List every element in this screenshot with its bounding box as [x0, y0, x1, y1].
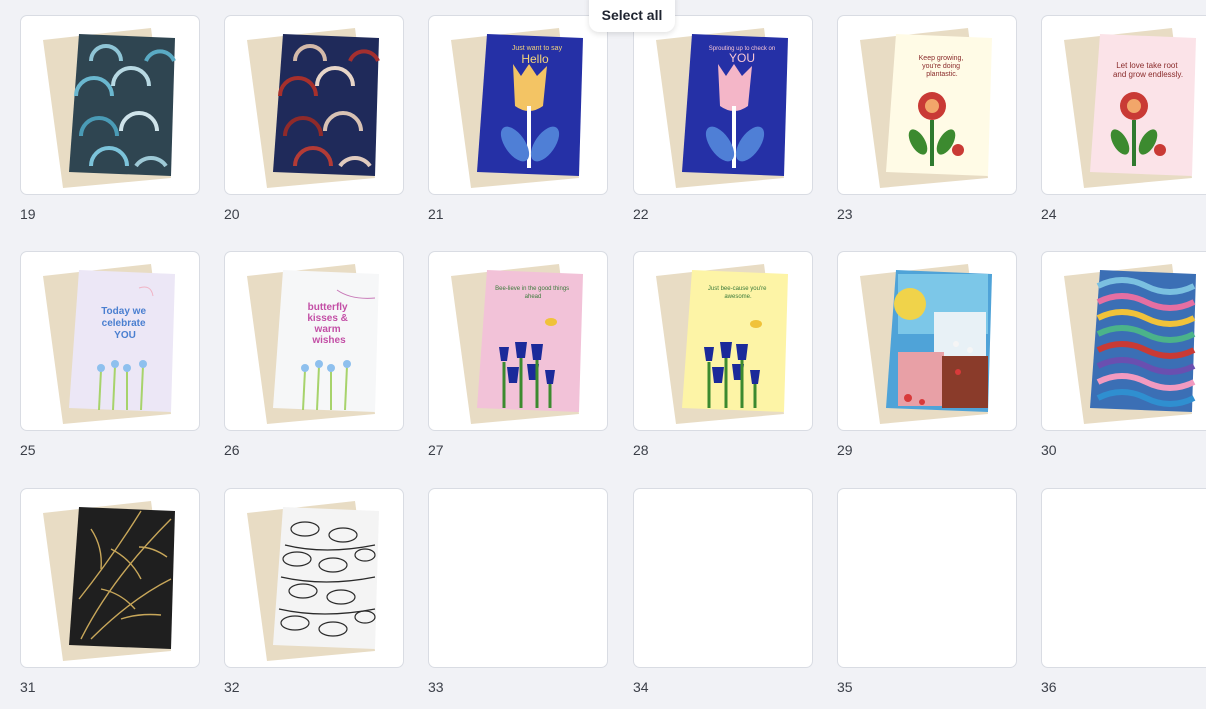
page-number: 35 [837, 679, 853, 695]
svg-text:Let love take root a: Let love take root and grow endlessly. [1113, 61, 1183, 79]
page-number: 24 [1041, 206, 1057, 222]
page-item[interactable]: 35 [837, 488, 1017, 695]
card-text-line: you're doing [922, 63, 960, 70]
page-item[interactable]: Sprouting up to check on YOU 22 [633, 15, 813, 222]
page-thumbnail[interactable] [1041, 251, 1206, 431]
card-arches-red [247, 28, 380, 188]
card-tulip-yellow: Just want to say Hello [451, 28, 583, 188]
page-number: 23 [837, 206, 853, 222]
card-tulip-pink: Sprouting up to check on YOU [656, 28, 788, 188]
page-item[interactable]: Let love take root and grow endlessly. 2… [1041, 15, 1206, 222]
page-number: 36 [1041, 679, 1057, 695]
card-celebrate: Today we celebrate YOU [43, 264, 175, 424]
card-text-line: YOU [114, 330, 136, 341]
card-text: Just want to say [512, 45, 563, 52]
card-waves-colorful [1064, 264, 1196, 424]
page-thumbnail-blank[interactable] [837, 488, 1017, 668]
page-item[interactable]: 30 [1041, 251, 1206, 458]
pages-grid: 19 20 Just want to say Hello 21 Sproutin… [20, 15, 1206, 709]
page-thumbnail[interactable] [20, 15, 200, 195]
card-text-line: warm [314, 324, 341, 335]
card-text-line: plantastic. [926, 71, 958, 78]
page-item[interactable]: Just bee-cause you're awesome. 28 [633, 251, 813, 458]
page-item[interactable]: Just want to say Hello 21 [428, 15, 608, 222]
page-number: 26 [224, 442, 240, 458]
page-item[interactable]: 33 [428, 488, 608, 695]
page-thumbnail-blank[interactable] [428, 488, 608, 668]
card-text-line: ahead [525, 294, 542, 300]
card-arches-teal [43, 28, 176, 188]
page-item[interactable]: 19 [20, 15, 200, 222]
card-text-line: wishes [311, 335, 346, 346]
page-thumbnail[interactable]: Just bee-cause you're awesome. [633, 251, 813, 431]
page-number: 31 [20, 679, 36, 695]
card-leaves-gold [43, 501, 175, 661]
card-text-line: celebrate [102, 318, 146, 329]
page-thumbnail[interactable] [20, 488, 200, 668]
page-thumbnail[interactable]: butterfly kisses & warm wishes [224, 251, 404, 431]
page-number: 29 [837, 442, 853, 458]
page-thumbnail[interactable]: Let love take root and grow endlessly. [1041, 15, 1206, 195]
page-item[interactable]: 32 [224, 488, 404, 695]
page-number: 19 [20, 206, 36, 222]
card-text-big: YOU [729, 51, 755, 65]
card-text-line: Let love take root [1116, 61, 1178, 70]
page-number: 32 [224, 679, 240, 695]
card-text-line: butterfly [308, 302, 348, 313]
page-number: 20 [224, 206, 240, 222]
page-thumbnail[interactable]: Keep growing, you're doing plantastic. [837, 15, 1017, 195]
card-fish-lineart [247, 501, 379, 661]
page-number: 21 [428, 206, 444, 222]
page-item[interactable]: 20 [224, 15, 404, 222]
page-number: 33 [428, 679, 444, 695]
page-item[interactable]: Bee-lieve in the good things ahead 27 [428, 251, 608, 458]
card-text-big: Hello [521, 52, 549, 66]
page-item[interactable]: butterfly kisses & warm wishes 26 [224, 251, 404, 458]
card-text-line: kisses & [307, 313, 348, 324]
page-item[interactable]: 31 [20, 488, 200, 695]
page-number: 25 [20, 442, 36, 458]
page-thumbnail[interactable] [224, 488, 404, 668]
page-thumbnail[interactable] [224, 15, 404, 195]
card-text-line: Keep growing, [919, 55, 964, 62]
page-thumbnail-blank[interactable] [1041, 488, 1206, 668]
page-thumbnail[interactable]: Today we celebrate YOU [20, 251, 200, 431]
card-text-line: awesome. [724, 294, 752, 300]
card-abstract-garden [860, 264, 992, 424]
page-number: 22 [633, 206, 649, 222]
select-all-button[interactable]: Select all [589, 0, 675, 32]
card-flower-cream: Keep growing, you're doing plantastic. [860, 28, 992, 188]
card-text-line: Bee-lieve in the good things [495, 286, 569, 292]
page-thumbnail[interactable]: Bee-lieve in the good things ahead [428, 251, 608, 431]
page-item[interactable]: Keep growing, you're doing plantastic. 2… [837, 15, 1017, 222]
page-item[interactable]: 34 [633, 488, 813, 695]
page-thumbnail[interactable]: Sprouting up to check on YOU [633, 15, 813, 195]
page-thumbnail-blank[interactable] [633, 488, 813, 668]
page-item[interactable]: 29 [837, 251, 1017, 458]
page-item[interactable]: 36 [1041, 488, 1206, 695]
page-number: 28 [633, 442, 649, 458]
card-bee-pink: Bee-lieve in the good things ahead [451, 264, 583, 424]
card-flower-pink: Let love take root and grow endlessly. [1064, 28, 1196, 188]
page-number: 27 [428, 442, 444, 458]
card-text-line: Just bee-cause you're [708, 286, 767, 292]
page-item[interactable]: Today we celebrate YOU 25 [20, 251, 200, 458]
page-number: 34 [633, 679, 649, 695]
card-text-line: and grow endlessly. [1113, 70, 1183, 79]
page-thumbnail[interactable]: Just want to say Hello [428, 15, 608, 195]
card-text-line: Today we [101, 306, 146, 317]
card-bee-yellow: Just bee-cause you're awesome. [656, 264, 788, 424]
page-number: 30 [1041, 442, 1057, 458]
page-thumbnail[interactable] [837, 251, 1017, 431]
card-butterfly: butterfly kisses & warm wishes [247, 264, 379, 424]
